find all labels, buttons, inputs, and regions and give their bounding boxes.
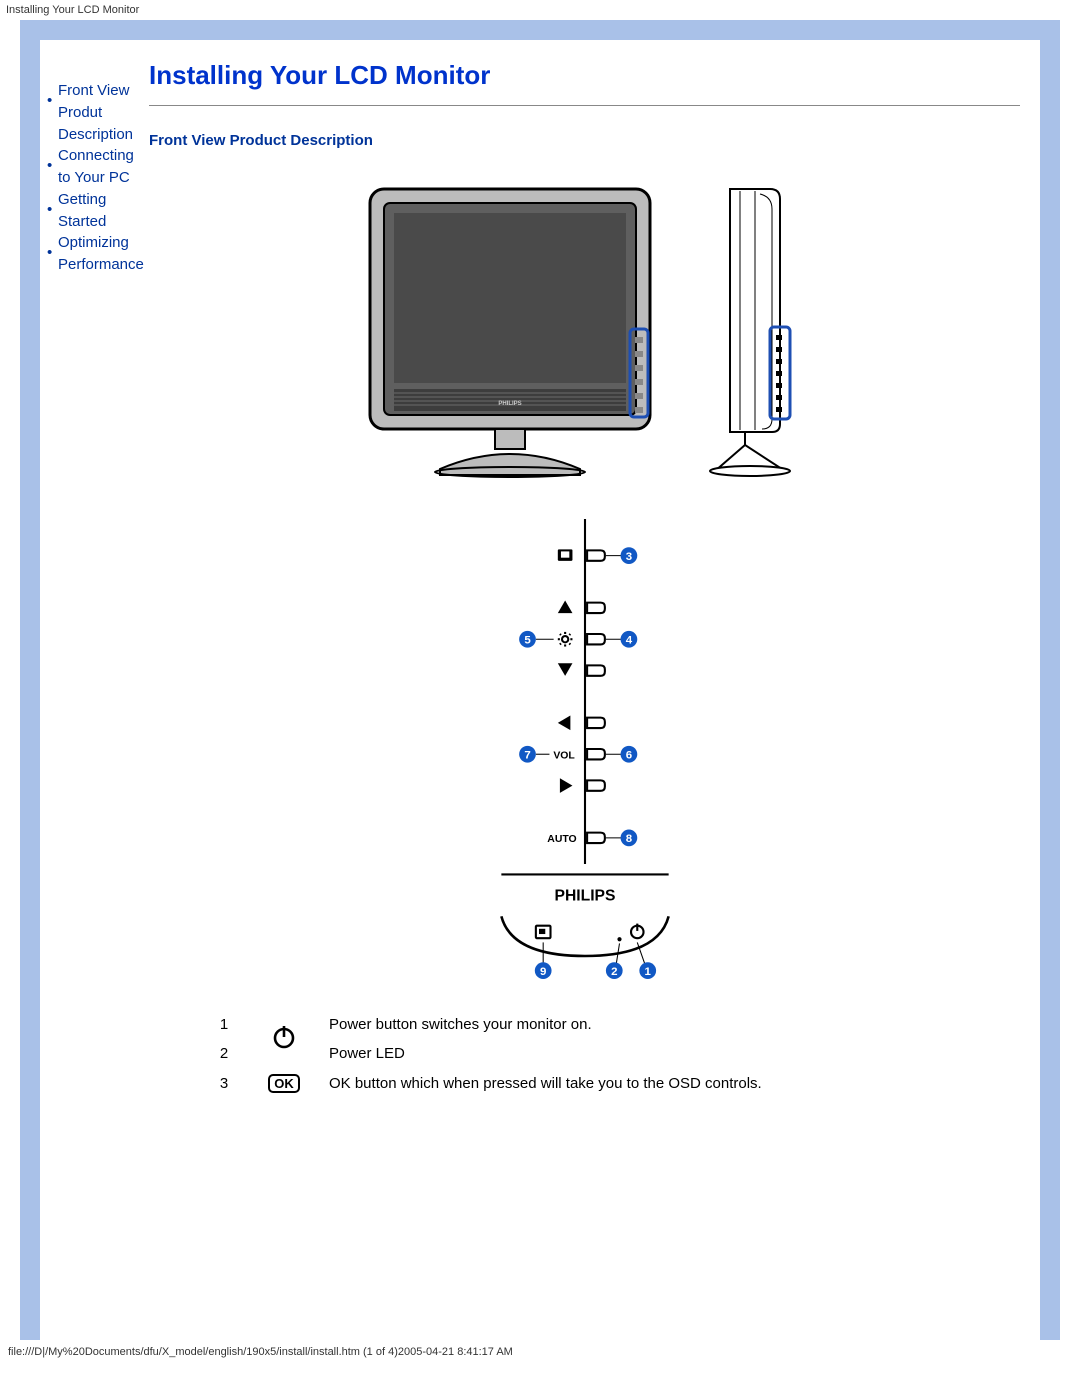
section-title: Front View Product Description	[149, 132, 1020, 149]
svg-text:5: 5	[524, 634, 531, 646]
sidebar-link[interactable]: Connecting to Your PC	[58, 147, 134, 186]
desc-text: Power button switches your monitor on.	[319, 1010, 922, 1039]
brand-logo: PHILIPS	[554, 888, 615, 905]
brightness-icon	[557, 632, 572, 647]
up-arrow-icon	[557, 601, 572, 614]
down-arrow-icon	[557, 663, 572, 676]
sidebar-item-connecting[interactable]: Connecting to Your PC	[50, 145, 139, 189]
right-arrow-icon	[559, 778, 572, 793]
sidebar-link[interactable]: Optimizing Performance	[58, 234, 144, 273]
svg-text:1: 1	[644, 966, 651, 978]
svg-text:6: 6	[625, 749, 631, 761]
window-title: Installing Your LCD Monitor	[0, 0, 1080, 20]
power-icon	[630, 924, 643, 939]
page-frame: Front View Produt Description Connecting…	[20, 20, 1060, 1340]
footer-path: file:///D|/My%20Documents/dfu/X_model/en…	[0, 1340, 1080, 1364]
svg-text:3: 3	[625, 551, 631, 563]
svg-text:7: 7	[524, 749, 530, 761]
svg-text:AUTO: AUTO	[547, 834, 576, 845]
monitor-front-diagram: PHILIPS	[360, 179, 660, 479]
desc-text: Power LED	[319, 1039, 922, 1068]
svg-text:2: 2	[611, 966, 617, 978]
button-panel-diagram: 3 5 4 VOL	[470, 519, 700, 1000]
svg-text:9: 9	[539, 966, 545, 978]
svg-text:8: 8	[625, 833, 632, 845]
table-row: 3 OK OK button which when pressed will t…	[199, 1068, 922, 1099]
sidebar-item-front-view[interactable]: Front View Produt Description	[50, 80, 139, 145]
page-title: Installing Your LCD Monitor	[149, 60, 1020, 91]
sidebar-link[interactable]: Getting Started	[58, 191, 106, 230]
brand-label: PHILIPS	[498, 401, 521, 407]
monitor-side-diagram	[700, 179, 810, 479]
sidebar-item-optimizing[interactable]: Optimizing Performance	[50, 232, 139, 276]
svg-text:VOL: VOL	[553, 750, 575, 761]
led-indicator	[617, 937, 621, 941]
desc-icon-power	[249, 1010, 319, 1068]
sidebar: Front View Produt Description Connecting…	[40, 40, 145, 1340]
desc-num: 1	[199, 1010, 249, 1039]
description-table: 1 Power button switches your monitor on.…	[199, 1010, 922, 1099]
left-arrow-icon	[557, 716, 570, 731]
desc-num: 3	[199, 1068, 249, 1099]
divider	[149, 105, 1020, 106]
svg-text:4: 4	[625, 634, 632, 646]
desc-num: 2	[199, 1039, 249, 1068]
power-icon	[270, 1023, 298, 1051]
table-row: 1 Power button switches your monitor on.	[199, 1010, 922, 1039]
content: Installing Your LCD Monitor Front View P…	[145, 40, 1040, 1340]
sidebar-item-getting-started[interactable]: Getting Started	[50, 189, 139, 233]
desc-icon-ok: OK	[249, 1068, 319, 1099]
sidebar-link[interactable]: Front View Produt Description	[58, 82, 133, 143]
ok-icon: OK	[268, 1074, 300, 1093]
desc-text: OK button which when pressed will take y…	[319, 1068, 922, 1099]
lightframe-icon	[535, 926, 550, 939]
